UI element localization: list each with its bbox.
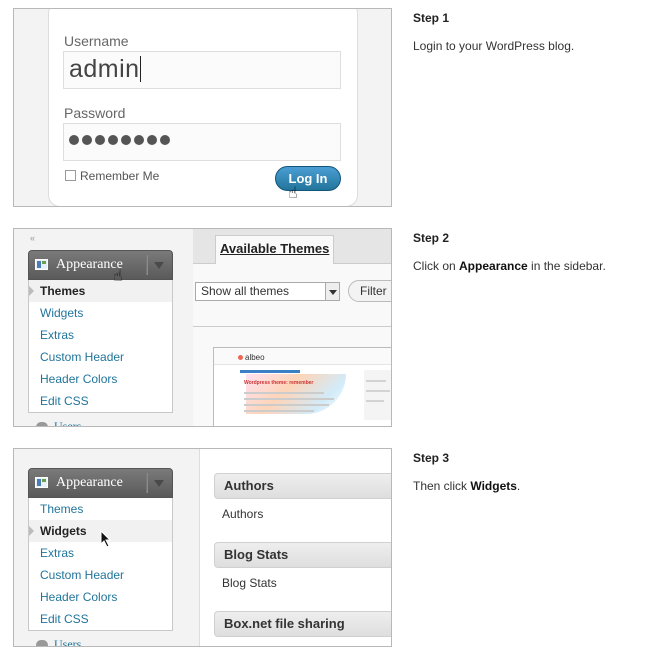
widget-boxnet-header[interactable]: Box.net file sharing bbox=[214, 611, 391, 637]
widget-authors-header[interactable]: Authors bbox=[214, 473, 391, 499]
users-icon bbox=[36, 640, 48, 646]
sidebar-item-users[interactable]: Users bbox=[36, 637, 82, 647]
password-dot bbox=[121, 135, 131, 145]
widget-authors-desc: Authors bbox=[222, 507, 264, 521]
appearance-icon bbox=[35, 259, 48, 270]
step3-desc-text-end: . bbox=[516, 479, 521, 493]
sidebar-item-custom-header[interactable]: Custom Header bbox=[29, 346, 172, 368]
password-dot bbox=[134, 135, 144, 145]
sidebar-item-themes[interactable]: Themes bbox=[29, 280, 172, 302]
username-value: admin bbox=[69, 55, 140, 83]
thumbnail-sidebar bbox=[364, 370, 391, 420]
step1-heading: Step 1 bbox=[413, 11, 450, 25]
sidebar-item-extras[interactable]: Extras bbox=[29, 324, 172, 346]
password-mask bbox=[69, 132, 173, 150]
divider bbox=[193, 326, 391, 327]
username-field[interactable]: admin bbox=[63, 51, 341, 89]
sidebar-users-label: Users bbox=[54, 419, 82, 427]
step1-screenshot: Username admin Password Remember Me Log … bbox=[13, 8, 392, 207]
appearance-submenu: Themes Widgets Extras Custom Header Head… bbox=[28, 498, 173, 631]
password-field[interactable] bbox=[63, 123, 341, 161]
password-dot bbox=[95, 135, 105, 145]
sidebar-appearance-header[interactable]: Appearance bbox=[28, 468, 173, 498]
tab-bar: Available Themes bbox=[193, 229, 391, 264]
step3-screenshot: Appearance Themes Widgets Extras Custom … bbox=[13, 448, 392, 647]
select-arrow-icon[interactable] bbox=[325, 283, 339, 300]
sidebar-item-edit-css[interactable]: Edit CSS bbox=[29, 390, 172, 412]
theme-thumbnail[interactable]: albeo Wordpress theme: remember bbox=[213, 347, 391, 426]
thumbnail-logo: albeo bbox=[238, 353, 265, 362]
arrow-cursor-icon bbox=[100, 530, 112, 548]
sidebar-item-users[interactable]: Users bbox=[36, 419, 82, 427]
widget-blog-stats-header[interactable]: Blog Stats bbox=[214, 542, 391, 568]
password-label: Password bbox=[64, 105, 126, 121]
remember-me-label: Remember Me bbox=[80, 169, 160, 183]
users-icon bbox=[36, 422, 48, 426]
thumbnail-text-line bbox=[244, 410, 314, 412]
thumbnail-header: albeo bbox=[214, 348, 391, 365]
sidebar-item-header-colors[interactable]: Header Colors bbox=[29, 368, 172, 390]
filter-button[interactable]: Filter bbox=[348, 280, 391, 302]
step3-heading: Step 3 bbox=[413, 451, 450, 465]
appearance-icon bbox=[35, 477, 48, 488]
hand-cursor-icon: ☝ bbox=[288, 185, 298, 202]
thumbnail-text-line bbox=[244, 404, 329, 406]
step2-heading: Step 2 bbox=[413, 231, 450, 245]
username-label: Username bbox=[64, 33, 129, 49]
login-button[interactable]: Log In bbox=[275, 166, 341, 191]
thumbnail-sidebar-line bbox=[366, 390, 390, 392]
step3-desc-text: Then click bbox=[413, 479, 471, 493]
step2-desc-emphasis: Appearance bbox=[459, 259, 528, 273]
sidebar-item-custom-header[interactable]: Custom Header bbox=[29, 564, 172, 586]
header-separator bbox=[146, 473, 148, 493]
login-form: Username admin Password Remember Me Log … bbox=[48, 9, 358, 206]
themes-content: Available Themes Show all themes Filter … bbox=[193, 229, 391, 426]
header-separator bbox=[146, 255, 148, 275]
step1-description: Login to your WordPress blog. bbox=[413, 39, 575, 53]
password-dot bbox=[160, 135, 170, 145]
sidebar-item-widgets[interactable]: Widgets bbox=[29, 302, 172, 324]
remember-me[interactable]: Remember Me bbox=[65, 169, 159, 183]
theme-filter-select[interactable]: Show all themes bbox=[195, 282, 340, 301]
password-dot bbox=[147, 135, 157, 145]
password-dot bbox=[82, 135, 92, 145]
step2-desc-text: Click on bbox=[413, 259, 460, 273]
thumbnail-sidebar-line bbox=[366, 380, 386, 382]
widget-blog-stats-desc: Blog Stats bbox=[222, 576, 277, 590]
step2-description: Click on Appearance in the sidebar. bbox=[413, 259, 606, 273]
sidebar-appearance-label: Appearance bbox=[56, 475, 123, 490]
thumbnail-sidebar-line bbox=[366, 400, 384, 402]
tab-available-themes[interactable]: Available Themes bbox=[215, 235, 335, 264]
thumbnail-nav bbox=[240, 370, 300, 373]
chevron-down-icon[interactable] bbox=[154, 262, 164, 269]
thumbnail-text-line bbox=[244, 392, 324, 394]
thumbnail-text-line bbox=[244, 398, 334, 400]
step3-desc-emphasis: Widgets bbox=[470, 479, 517, 493]
sidebar-item-themes[interactable]: Themes bbox=[29, 498, 172, 520]
text-caret bbox=[139, 56, 141, 82]
widgets-content: Authors Authors Blog Stats Blog Stats Bo… bbox=[199, 449, 391, 646]
theme-filter-value: Show all themes bbox=[201, 284, 290, 298]
sidebar-item-header-colors[interactable]: Header Colors bbox=[29, 586, 172, 608]
step2-screenshot: « Appearance Themes Widgets Extras Custo… bbox=[13, 228, 392, 427]
collapse-menu-icon[interactable]: « bbox=[30, 233, 35, 243]
password-dot bbox=[108, 135, 118, 145]
step2-desc-text-end: in the sidebar. bbox=[527, 259, 606, 273]
step3-description: Then click Widgets. bbox=[413, 479, 520, 493]
sidebar-users-label: Users bbox=[54, 637, 82, 647]
sidebar-item-edit-css[interactable]: Edit CSS bbox=[29, 608, 172, 630]
chevron-down-icon[interactable] bbox=[154, 480, 164, 487]
sidebar-appearance-header[interactable]: Appearance bbox=[28, 250, 173, 280]
password-dot bbox=[69, 135, 79, 145]
appearance-submenu: Themes Widgets Extras Custom Header Head… bbox=[28, 280, 173, 413]
remember-me-checkbox[interactable] bbox=[65, 170, 76, 181]
thumbnail-post-title: Wordpress theme: remember bbox=[244, 380, 314, 386]
hand-cursor-icon: ☝ bbox=[113, 268, 123, 285]
